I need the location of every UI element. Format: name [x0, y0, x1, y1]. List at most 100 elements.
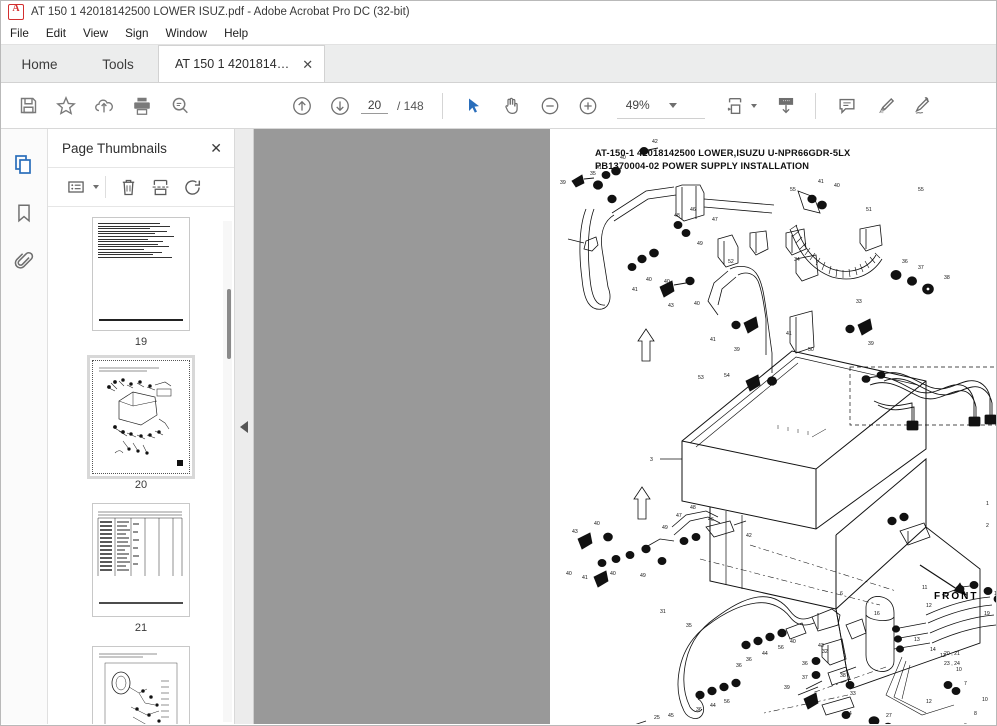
- thumbnail-page-number: 19: [134, 336, 148, 348]
- thumbnails-scrollbar-thumb[interactable]: [227, 289, 231, 359]
- svg-text:35: 35: [590, 171, 596, 177]
- menu-window[interactable]: Window: [166, 27, 208, 40]
- menu-view[interactable]: View: [83, 27, 108, 40]
- comment-icon[interactable]: [828, 86, 866, 126]
- menu-sign[interactable]: Sign: [125, 27, 148, 40]
- page-thumbnails-panel: Page Thumbnails ✕ 19 20 21: [48, 129, 235, 724]
- svg-text:10: 10: [982, 697, 988, 703]
- fit-page-icon[interactable]: [717, 86, 755, 126]
- svg-text:52: 52: [728, 259, 734, 265]
- thumbnails-list[interactable]: 19 20 21: [48, 207, 234, 724]
- document-view[interactable]: AT-150-1 42018142500 LOWER,ISUZU U-NPR66…: [254, 129, 996, 724]
- chevron-down-icon[interactable]: [668, 102, 677, 108]
- menu-edit[interactable]: Edit: [46, 27, 66, 40]
- svg-text:47: 47: [676, 513, 682, 519]
- previous-page-icon[interactable]: [283, 86, 321, 126]
- search-icon[interactable]: [161, 86, 199, 126]
- page-display-icon[interactable]: [767, 86, 805, 126]
- sign-icon[interactable]: [904, 86, 942, 126]
- close-icon[interactable]: ✕: [302, 58, 313, 71]
- app-body: Page Thumbnails ✕ 19 20 21 AT-150-1 4201…: [1, 129, 996, 724]
- svg-text:43: 43: [572, 529, 578, 535]
- list-item[interactable]: 21: [48, 503, 234, 634]
- acrobat-window: AT 150 1 42018142500 LOWER ISUZ.pdf - Ad…: [0, 0, 997, 726]
- thumbnail-page[interactable]: [92, 503, 190, 617]
- svg-text:41: 41: [596, 165, 602, 171]
- svg-text:40: 40: [694, 301, 700, 307]
- zoom-level-control[interactable]: 49%: [616, 92, 705, 119]
- fit-page-chevron-icon[interactable]: [750, 103, 757, 108]
- zoom-level-value: 49%: [625, 98, 650, 112]
- front-orientation-label: FRONT: [934, 591, 978, 602]
- list-item[interactable]: 19: [48, 217, 234, 348]
- parts-diagram: FRONT 42 40 41 39 35 46 47 48 49 40 41 4…: [560, 139, 996, 724]
- svg-text:48: 48: [690, 505, 696, 511]
- svg-text:50: 50: [808, 347, 814, 353]
- thumbnail-page[interactable]: [92, 646, 190, 724]
- rotate-icon[interactable]: [176, 172, 208, 202]
- sidebar-item-attachments[interactable]: [7, 241, 41, 281]
- list-item[interactable]: 20: [48, 355, 234, 491]
- delete-icon[interactable]: [112, 172, 144, 202]
- page-number-input[interactable]: 20: [361, 98, 388, 114]
- title-bar: AT 150 1 42018142500 LOWER ISUZ.pdf - Ad…: [1, 1, 996, 23]
- list-options-icon[interactable]: [60, 172, 92, 202]
- select-cursor-icon[interactable]: [455, 86, 493, 126]
- tab-home[interactable]: Home: [1, 46, 78, 82]
- upload-cloud-icon[interactable]: [85, 86, 123, 126]
- svg-text:1: 1: [986, 501, 989, 507]
- extract-pages-icon[interactable]: [144, 172, 176, 202]
- panel-header: Page Thumbnails ✕: [48, 129, 234, 167]
- svg-text:55: 55: [918, 187, 924, 193]
- main-toolbar: 20 / 148 49%: [1, 83, 996, 129]
- svg-text:34: 34: [794, 257, 800, 263]
- svg-text:33: 33: [850, 691, 856, 697]
- svg-text:3: 3: [650, 457, 653, 463]
- svg-text:32: 32: [822, 649, 828, 655]
- svg-text:37: 37: [802, 675, 808, 681]
- svg-text:13: 13: [914, 637, 920, 643]
- svg-text:19: 19: [984, 611, 990, 617]
- navigation-rail: [1, 129, 48, 724]
- hand-icon[interactable]: [493, 86, 531, 126]
- svg-text:41: 41: [786, 331, 792, 337]
- zoom-out-icon[interactable]: [531, 86, 569, 126]
- svg-text:14: 14: [930, 647, 936, 653]
- thumbnail-page-selected[interactable]: [87, 355, 195, 479]
- svg-text:36: 36: [746, 657, 752, 663]
- list-options-chevron-icon[interactable]: [93, 185, 99, 189]
- highlight-pen-icon[interactable]: [866, 86, 904, 126]
- svg-text:41: 41: [582, 575, 588, 581]
- zoom-in-icon[interactable]: [569, 86, 607, 126]
- tab-tools[interactable]: Tools: [78, 46, 158, 82]
- page-navigation: 20 / 148: [361, 98, 424, 114]
- sidebar-item-bookmarks[interactable]: [7, 193, 41, 233]
- svg-text:39: 39: [784, 685, 790, 691]
- svg-text:53: 53: [698, 375, 704, 381]
- collapse-sidebar-handle[interactable]: [235, 129, 254, 724]
- tab-document[interactable]: AT 150 1 4201814… ✕: [158, 45, 326, 82]
- svg-text:56: 56: [724, 699, 730, 705]
- thumbnail-page-number: 20: [134, 479, 148, 491]
- close-panel-icon[interactable]: ✕: [210, 141, 222, 155]
- svg-text:40: 40: [790, 639, 796, 645]
- print-icon[interactable]: [123, 86, 161, 126]
- svg-text:45: 45: [668, 713, 674, 719]
- svg-text:46: 46: [708, 517, 714, 523]
- svg-text:10: 10: [956, 667, 962, 673]
- svg-text:44: 44: [762, 651, 768, 657]
- svg-text:36: 36: [802, 661, 808, 667]
- menu-help[interactable]: Help: [224, 27, 248, 40]
- svg-text:54: 54: [724, 373, 730, 379]
- panel-toolbar-divider: [105, 176, 106, 198]
- menu-file[interactable]: File: [10, 27, 29, 40]
- sidebar-item-page-thumbnails[interactable]: [7, 145, 41, 185]
- star-icon[interactable]: [47, 86, 85, 126]
- save-icon[interactable]: [9, 86, 47, 126]
- svg-text:36: 36: [902, 259, 908, 265]
- toolbar-divider: [441, 92, 443, 119]
- next-page-icon[interactable]: [321, 86, 359, 126]
- thumbnail-page[interactable]: [92, 217, 190, 331]
- list-item[interactable]: 22: [48, 646, 234, 724]
- window-title: AT 150 1 42018142500 LOWER ISUZ.pdf - Ad…: [31, 6, 410, 18]
